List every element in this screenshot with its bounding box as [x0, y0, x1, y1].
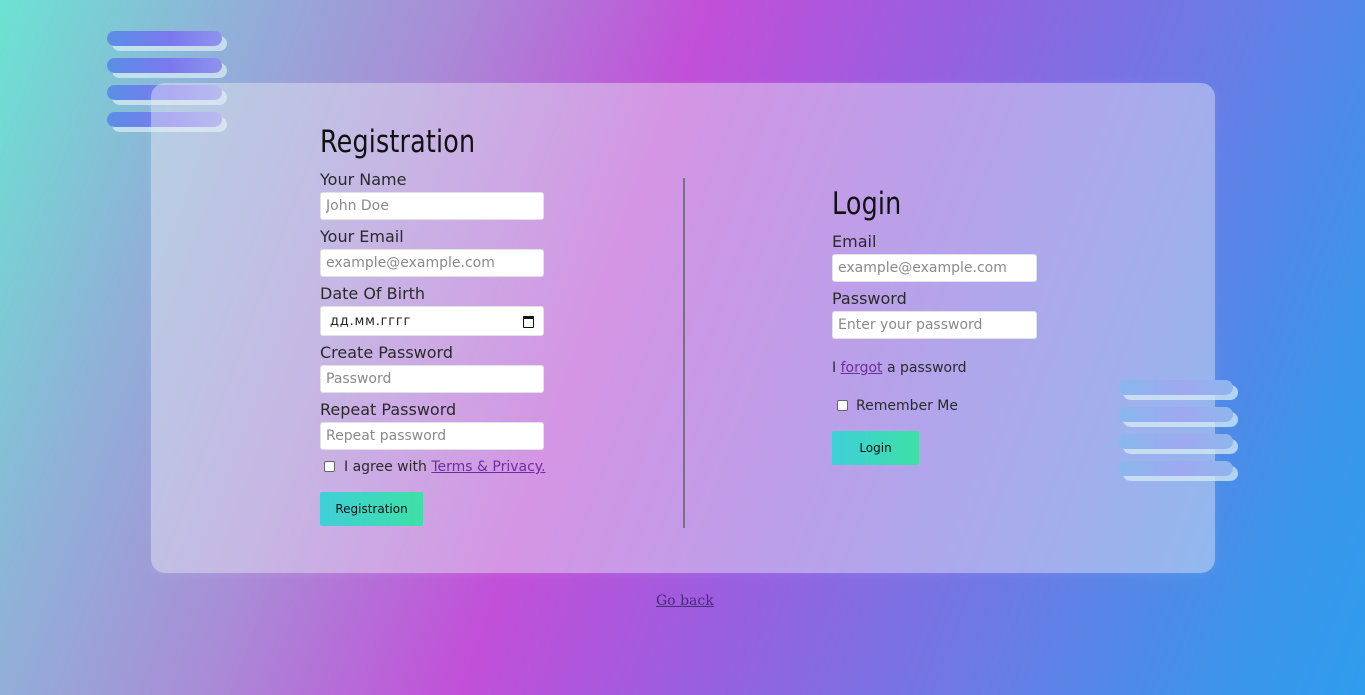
- forgot-link[interactable]: forgot: [841, 360, 883, 376]
- registration-title: Registration: [320, 124, 476, 160]
- name-input[interactable]: [320, 192, 544, 220]
- stripe: [1118, 380, 1233, 395]
- login-password-label: Password: [832, 289, 907, 308]
- calendar-icon[interactable]: [523, 315, 535, 328]
- remember-me-label: Remember Me: [856, 398, 958, 414]
- create-password-input[interactable]: [320, 365, 544, 393]
- dob-placeholder: дд.мм.гггг: [330, 313, 412, 329]
- email-label: Your Email: [320, 227, 404, 246]
- dob-label: Date Of Birth: [320, 284, 426, 303]
- remember-me-checkbox[interactable]: [837, 400, 848, 411]
- forgot-prefix: I: [832, 360, 841, 376]
- stripe: [107, 58, 222, 73]
- login-title: Login: [832, 186, 902, 222]
- login-password-input[interactable]: [832, 311, 1037, 339]
- stripe: [1118, 407, 1233, 422]
- email-input[interactable]: [320, 249, 544, 277]
- stripe: [1118, 461, 1233, 476]
- registration-button[interactable]: Registration: [320, 492, 423, 526]
- create-password-label: Create Password: [320, 343, 453, 362]
- dob-input[interactable]: дд.мм.гггг: [320, 306, 544, 336]
- forgot-suffix: a password: [882, 360, 967, 376]
- terms-link[interactable]: Terms & Privacy.: [431, 459, 545, 475]
- login-email-input[interactable]: [832, 254, 1037, 282]
- login-email-label: Email: [832, 232, 877, 251]
- repeat-password-label: Repeat Password: [320, 400, 457, 419]
- agree-label: I agree with Terms & Privacy.: [344, 459, 546, 475]
- forgot-password-text: I forgot a password: [832, 360, 967, 376]
- agree-text: I agree with: [344, 459, 432, 475]
- go-back-link[interactable]: Go back: [656, 593, 714, 609]
- form-divider: [683, 178, 685, 528]
- name-label: Your Name: [320, 170, 407, 189]
- repeat-password-input[interactable]: [320, 422, 544, 450]
- stripe: [107, 31, 222, 46]
- login-button[interactable]: Login: [832, 431, 919, 465]
- stripe: [1118, 434, 1233, 449]
- agree-checkbox[interactable]: [324, 461, 335, 472]
